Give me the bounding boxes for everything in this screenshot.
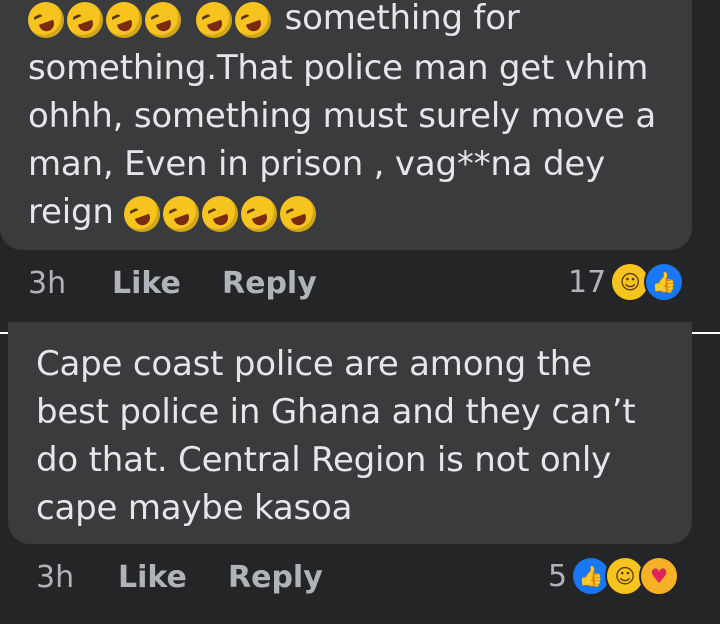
reaction-summary[interactable]: 17 ☺ 👍 (568, 262, 685, 302)
reaction-count: 5 (548, 558, 568, 594)
laughing-emoji-icon (241, 195, 278, 232)
laughing-emoji-icon (280, 195, 317, 232)
comment-text-line: something for (28, 0, 520, 42)
laughing-emoji-icon (106, 1, 142, 38)
like-icon: 👍 (644, 262, 685, 302)
comment-text-line: do that. Central Region is not only (36, 440, 612, 480)
comment-text-line: best police in Ghana and they can’t (36, 392, 636, 432)
like-button[interactable]: Like (118, 560, 187, 595)
reaction-count: 17 (568, 264, 607, 300)
comment-text-line: ohhh, something must surely move a (28, 96, 656, 136)
laughing-emoji-icon (124, 195, 161, 232)
reply-button[interactable]: Reply (222, 266, 317, 301)
laughing-emoji-icon (67, 1, 103, 38)
like-button[interactable]: Like (112, 266, 181, 301)
laughing-emoji-icon (145, 1, 181, 38)
comment-timestamp: 3h (36, 560, 75, 595)
laughing-emoji-icon (28, 1, 64, 38)
comment-text-line: something.That police man get vhim (28, 48, 649, 88)
comment-timestamp: 3h (28, 266, 67, 301)
laughing-emoji-icon (235, 1, 271, 38)
laughing-emoji-icon (163, 195, 200, 232)
laughing-emoji-icon (202, 195, 239, 232)
care-icon: ♥ (639, 556, 680, 596)
comment-text-line: Cape coast police are among the (36, 344, 592, 384)
reaction-summary[interactable]: 5 👍 ☺ ♥ (548, 556, 680, 596)
comment-text: something for (284, 0, 520, 38)
comment-text: reign (28, 192, 114, 232)
comment-text-line: cape maybe kasoa (36, 488, 353, 528)
laughing-emoji-icon (196, 1, 232, 38)
reply-button[interactable]: Reply (228, 560, 323, 595)
comment-text-line: man, Even in prison , vag**na dey (28, 144, 606, 184)
comment-text-line: reign (28, 188, 319, 236)
